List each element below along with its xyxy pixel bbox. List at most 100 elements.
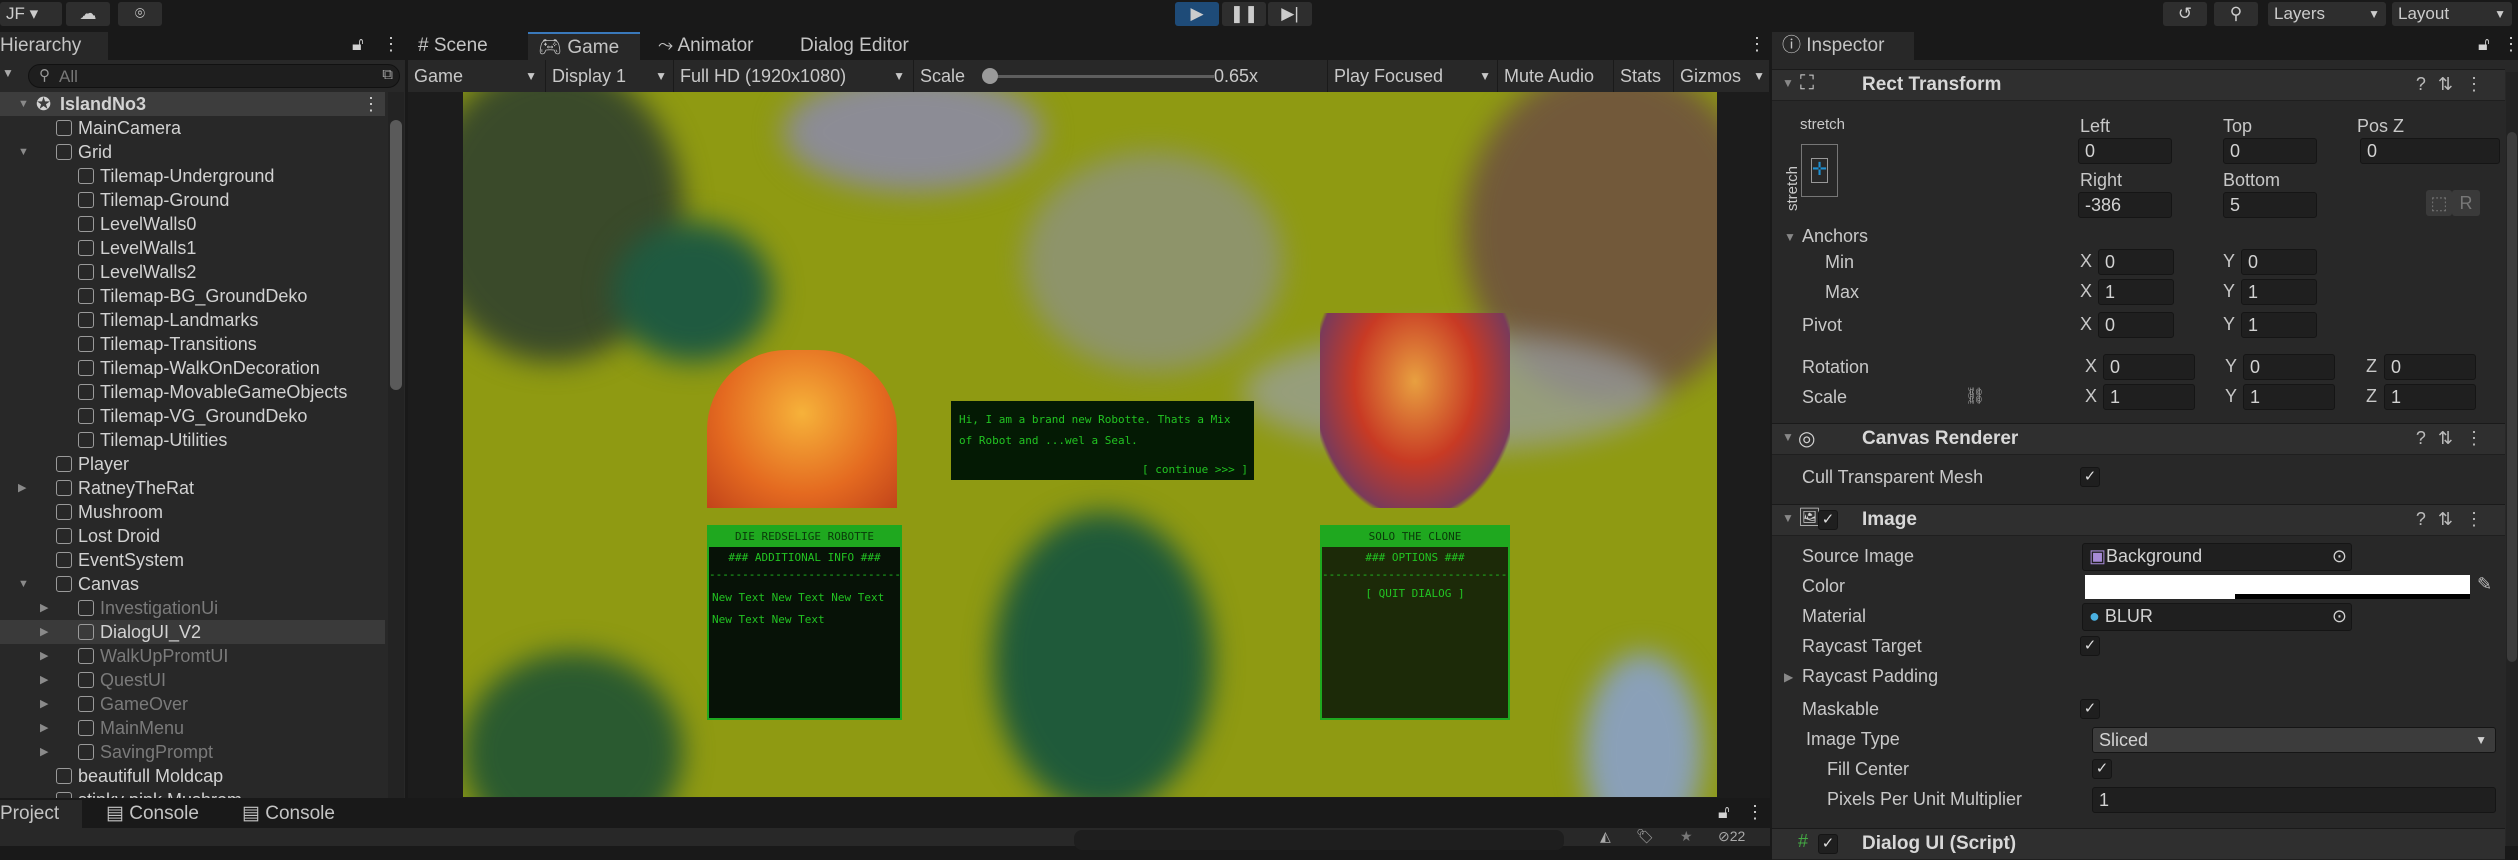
rot-y-field[interactable]: 0 bbox=[2243, 354, 2335, 380]
component-actions[interactable]: ?⇅⋮ bbox=[2416, 74, 2495, 95]
eyedropper-icon[interactable]: ✎ bbox=[2477, 574, 2492, 595]
hierarchy-item[interactable]: LevelWalls0 bbox=[0, 212, 385, 236]
tab-animator[interactable]: ⤳ Animator bbox=[648, 32, 763, 60]
hierarchy-scrollbar[interactable] bbox=[388, 92, 404, 798]
display-dropdown[interactable]: Display 1 ▼ bbox=[546, 60, 674, 92]
blueprint-mode-button[interactable]: ⬚ bbox=[2426, 190, 2452, 216]
scene-row[interactable]: ▼ ✪ IslandNo3 ⋮ bbox=[0, 92, 385, 116]
more-icon[interactable]: ⋮ bbox=[1746, 802, 1764, 823]
hierarchy-item[interactable]: ▶ SavingPrompt bbox=[0, 740, 385, 764]
raw-edit-button[interactable]: R bbox=[2452, 190, 2480, 216]
history-icon[interactable]: ↺ bbox=[2163, 2, 2207, 26]
more-icon[interactable]: ⋮ bbox=[382, 34, 400, 55]
expand-arrow-icon[interactable]: ▼ bbox=[18, 92, 29, 116]
hierarchy-item[interactable]: Player bbox=[0, 452, 385, 476]
hierarchy-item[interactable]: ▶ RatneyTheRat bbox=[0, 476, 385, 500]
right-field[interactable]: -386 bbox=[2078, 192, 2172, 218]
hierarchy-item[interactable]: LevelWalls1 bbox=[0, 236, 385, 260]
hierarchy-item[interactable]: ▼ Grid bbox=[0, 140, 385, 164]
tab-console-2[interactable]: ▤ Console bbox=[232, 800, 345, 828]
hierarchy-item[interactable]: ▶ WalkUpPromtUI bbox=[0, 644, 385, 668]
expand-arrow-icon[interactable]: ▶ bbox=[40, 692, 48, 716]
scale-slider-thumb[interactable] bbox=[982, 68, 998, 84]
object-picker-icon[interactable]: ⊙ bbox=[2332, 544, 2347, 568]
hidden-packages-icon[interactable]: ⊘22 bbox=[1718, 828, 1745, 845]
gizmos-dropdown[interactable]: Gizmos ▼ bbox=[1674, 60, 1770, 92]
lock-icon[interactable]: 🔓︎ bbox=[2478, 34, 2490, 55]
mute-audio-toggle[interactable]: Mute Audio bbox=[1498, 60, 1614, 92]
rot-z-field[interactable]: 0 bbox=[2384, 354, 2476, 380]
min-x-field[interactable]: 0 bbox=[2098, 249, 2174, 275]
collab-icon[interactable]: ⌾ bbox=[118, 2, 162, 26]
more-icon[interactable]: ⋮ bbox=[1748, 34, 1766, 55]
pause-button[interactable]: ❚❚ bbox=[1222, 2, 1266, 26]
hierarchy-item[interactable]: EventSystem bbox=[0, 548, 385, 572]
hierarchy-item[interactable]: ▼ Canvas bbox=[0, 572, 385, 596]
play-focused-dropdown[interactable]: Play Focused ▼ bbox=[1328, 60, 1498, 92]
hierarchy-item[interactable]: Tilemap-Transitions bbox=[0, 332, 385, 356]
left-field[interactable]: 0 bbox=[2078, 138, 2172, 164]
account-dropdown[interactable]: JF ▾ bbox=[0, 2, 62, 26]
dialog-ui-script-header[interactable]: # ✓ Dialog UI (Script) bbox=[1772, 828, 2505, 860]
expand-arrow-icon[interactable]: ▶ bbox=[40, 716, 48, 740]
filter-type-icon[interactable]: ◭ bbox=[1600, 828, 1611, 845]
constrain-proportions-icon[interactable]: ⛓ bbox=[1965, 386, 1985, 406]
inspector-scrollbar[interactable] bbox=[2506, 72, 2518, 846]
color-swatch[interactable] bbox=[2085, 575, 2470, 599]
more-icon[interactable]: ⋮ bbox=[362, 92, 380, 116]
hierarchy-item[interactable]: ▶ DialogUI_V2 bbox=[0, 620, 385, 644]
top-field[interactable]: 0 bbox=[2223, 138, 2317, 164]
pivot-y-field[interactable]: 1 bbox=[2241, 312, 2317, 338]
play-button[interactable]: ▶ bbox=[1175, 2, 1219, 26]
expand-arrow-icon[interactable]: ▶ bbox=[40, 668, 48, 692]
image-enabled-checkbox[interactable]: ✓ bbox=[1818, 510, 1838, 530]
label-icon[interactable]: 🏷︎ bbox=[1636, 828, 1654, 845]
source-image-field[interactable]: ▣Background ⊙ bbox=[2082, 543, 2352, 571]
hierarchy-item[interactable]: MainCamera bbox=[0, 116, 385, 140]
max-y-field[interactable]: 1 bbox=[2241, 279, 2317, 305]
hierarchy-item[interactable]: stinky pink Mushrom bbox=[0, 788, 385, 798]
min-y-field[interactable]: 0 bbox=[2241, 249, 2317, 275]
layers-dropdown[interactable]: Layers ▼ bbox=[2268, 2, 2386, 26]
expand-arrow-icon[interactable]: ▶ bbox=[18, 476, 26, 500]
rot-x-field[interactable]: 0 bbox=[2103, 354, 2195, 380]
collapse-arrow-icon[interactable]: ▼ bbox=[1784, 230, 1796, 244]
search-icon[interactable]: ⚲ bbox=[2214, 2, 2258, 26]
tab-hierarchy[interactable]: Hierarchy bbox=[0, 32, 108, 60]
scrollbar-thumb[interactable] bbox=[390, 120, 402, 390]
continue-button[interactable]: [ continue >>> ] bbox=[1142, 463, 1248, 476]
hierarchy-item[interactable]: Tilemap-Landmarks bbox=[0, 308, 385, 332]
posz-field[interactable]: 0 bbox=[2360, 138, 2500, 164]
game-render[interactable]: DIE REDSELIGE ROBOTTE ### ADDITIONAL INF… bbox=[463, 92, 1717, 797]
hierarchy-item[interactable]: Tilemap-Underground bbox=[0, 164, 385, 188]
hierarchy-item[interactable]: Tilemap-VG_GroundDeko bbox=[0, 404, 385, 428]
hierarchy-item[interactable]: Tilemap-BG_GroundDeko bbox=[0, 284, 385, 308]
view-dropdown[interactable]: Game ▼ bbox=[408, 60, 546, 92]
quit-dialog-button[interactable]: [ QUIT DIALOG ] bbox=[1322, 587, 1508, 600]
step-button[interactable]: ▶| bbox=[1268, 2, 1312, 26]
stats-toggle[interactable]: Stats bbox=[1614, 60, 1674, 92]
bottom-field[interactable]: 5 bbox=[2223, 192, 2317, 218]
scale-z-field[interactable]: 1 bbox=[2384, 384, 2476, 410]
expand-arrow-icon[interactable]: ▶ bbox=[40, 740, 48, 764]
raycast-target-checkbox[interactable]: ✓ bbox=[2080, 636, 2100, 656]
tab-game[interactable]: 🎮︎ Game bbox=[528, 32, 640, 60]
tab-scene[interactable]: # Scene bbox=[408, 32, 508, 60]
collapse-arrow-icon[interactable]: ▼ bbox=[1782, 430, 1794, 444]
rect-transform-header[interactable]: ▼ ⛶ Rect Transform ?⇅⋮ bbox=[1772, 69, 2505, 101]
expand-icon[interactable]: ⧉ bbox=[382, 66, 393, 83]
object-picker-icon[interactable]: ⊙ bbox=[2332, 604, 2347, 628]
component-actions[interactable]: ?⇅⋮ bbox=[2416, 509, 2495, 530]
material-field[interactable]: ● BLUR ⊙ bbox=[2082, 603, 2352, 631]
image-header[interactable]: ▼ 🖼︎ ✓ Image ?⇅⋮ bbox=[1772, 504, 2505, 536]
tab-inspector[interactable]: ⓘ Inspector bbox=[1772, 32, 1914, 60]
hierarchy-item[interactable]: Lost Droid bbox=[0, 524, 385, 548]
hierarchy-item[interactable]: ▶ GameOver bbox=[0, 692, 385, 716]
expand-arrow-icon[interactable]: ▶ bbox=[1784, 670, 1793, 684]
hierarchy-item[interactable]: Tilemap-MovableGameObjects bbox=[0, 380, 385, 404]
anchor-preset-button[interactable]: ✛ bbox=[1801, 144, 1838, 197]
component-actions[interactable]: ?⇅⋮ bbox=[2416, 428, 2495, 449]
hierarchy-item[interactable]: Tilemap-WalkOnDecoration bbox=[0, 356, 385, 380]
expand-arrow-icon[interactable]: ▶ bbox=[40, 596, 48, 620]
hierarchy-item[interactable]: Tilemap-Ground bbox=[0, 188, 385, 212]
